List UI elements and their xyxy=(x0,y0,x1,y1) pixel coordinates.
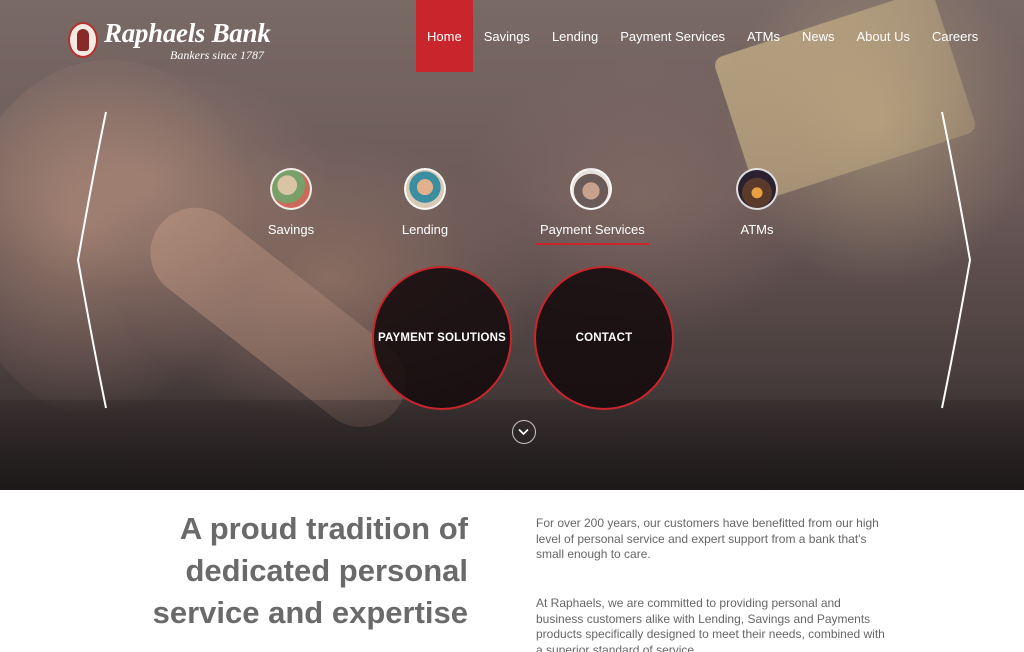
intro-heading-line: A proud tradition of xyxy=(179,511,468,546)
hero-banner: Raphaels Bank Bankers since 1787 Home Sa… xyxy=(0,0,1024,490)
intro-heading-line: dedicated personal xyxy=(185,553,468,588)
category-payment-services[interactable]: Payment Services xyxy=(536,168,649,245)
site-logo[interactable]: Raphaels Bank Bankers since 1787 xyxy=(66,18,286,66)
nav-item-careers[interactable]: Careers xyxy=(921,0,989,72)
carousel-next-button[interactable] xyxy=(934,110,974,410)
category-label: Savings xyxy=(267,222,315,237)
carousel-prev-button[interactable] xyxy=(74,110,114,410)
main-nav: Home Savings Lending Payment Services AT… xyxy=(416,0,989,72)
intro-paragraph: For over 200 years, our customers have b… xyxy=(536,516,879,561)
nav-item-payment-services[interactable]: Payment Services xyxy=(609,0,736,72)
chevron-down-icon xyxy=(518,428,529,436)
payment-services-icon xyxy=(570,168,612,210)
category-label: ATMs xyxy=(740,222,774,237)
intro-paragraph: At Raphaels, we are committed to providi… xyxy=(536,596,885,652)
nav-item-about-us[interactable]: About Us xyxy=(845,0,920,72)
savings-icon xyxy=(270,168,312,210)
contact-button[interactable]: CONTACT xyxy=(534,266,674,410)
intro-heading: A proud tradition of dedicated personal … xyxy=(112,508,468,634)
chevron-left-icon xyxy=(76,111,107,409)
logo-tagline: Bankers since 1787 xyxy=(170,48,264,62)
category-savings[interactable]: Savings xyxy=(236,168,346,237)
lending-icon xyxy=(404,168,446,210)
nav-item-lending[interactable]: Lending xyxy=(541,0,609,72)
category-lending[interactable]: Lending xyxy=(370,168,480,237)
nav-item-home[interactable]: Home xyxy=(416,0,473,72)
category-label: Lending xyxy=(401,222,449,237)
scroll-down-button[interactable] xyxy=(512,420,536,444)
nav-item-savings[interactable]: Savings xyxy=(473,0,541,72)
category-label: Payment Services xyxy=(536,222,649,245)
payment-solutions-button[interactable]: PAYMENT SOLUTIONS xyxy=(372,266,512,410)
atms-icon xyxy=(736,168,778,210)
category-atms[interactable]: ATMs xyxy=(702,168,812,237)
bank-crest-icon xyxy=(68,22,98,58)
nav-item-atms[interactable]: ATMs xyxy=(736,0,791,72)
hero-background-tablet xyxy=(0,400,1024,490)
intro-heading-line: service and expertise xyxy=(152,595,468,630)
logo-title: Raphaels Bank xyxy=(104,18,271,48)
chevron-right-icon xyxy=(941,111,972,409)
nav-item-news[interactable]: News xyxy=(791,0,846,72)
